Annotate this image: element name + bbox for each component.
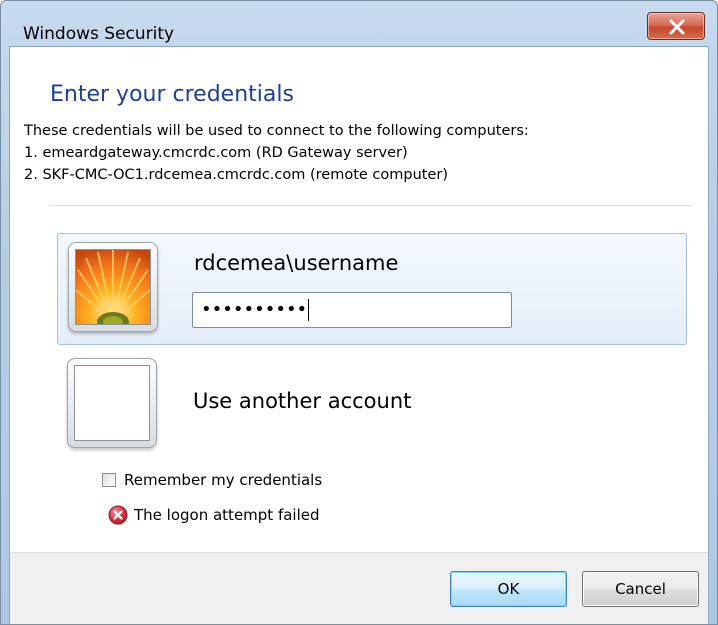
description-line: These credentials will be used to connec… (24, 123, 529, 139)
title-bar: Windows Security (1, 1, 717, 44)
blank-avatar (67, 358, 157, 448)
ok-button[interactable]: OK (450, 571, 567, 607)
user-avatar-image (75, 249, 151, 325)
selected-account-tile[interactable]: rdcemea\username •••••••••• (57, 233, 687, 345)
flower-picture (76, 250, 150, 324)
credentials-description: These credentials will be used to connec… (24, 120, 529, 186)
description-line: 2. SKF-CMC-OC1.rdcemea.cmcrdc.com (remot… (24, 167, 448, 183)
avatar (68, 242, 158, 332)
use-another-account-label: Use another account (193, 389, 412, 413)
separator (50, 205, 692, 206)
dialog-client-area: Enter your credentials These credentials… (9, 46, 709, 624)
windows-security-dialog: Windows Security Enter your credentials … (0, 0, 718, 625)
blank-user-tile-icon (74, 365, 150, 441)
dialog-footer: OK Cancel (10, 552, 708, 624)
use-another-account-tile[interactable]: Use another account (57, 352, 687, 458)
cancel-button[interactable]: Cancel (582, 571, 699, 607)
error-x-icon (108, 505, 128, 525)
window-title: Windows Security (23, 24, 175, 44)
error-message: The logon attempt failed (134, 506, 320, 524)
remember-label: Remember my credentials (124, 471, 323, 489)
remember-checkbox[interactable] (102, 473, 116, 487)
password-mask: •••••••••• (201, 299, 308, 320)
close-icon (669, 19, 685, 35)
close-button[interactable] (647, 12, 705, 40)
text-caret (308, 299, 310, 321)
description-line: 1. emeardgateway.cmcrdc.com (RD Gateway … (24, 145, 408, 161)
password-field[interactable]: •••••••••• (192, 292, 512, 328)
account-username: rdcemea\username (194, 251, 399, 275)
credentials-heading: Enter your credentials (50, 82, 294, 107)
